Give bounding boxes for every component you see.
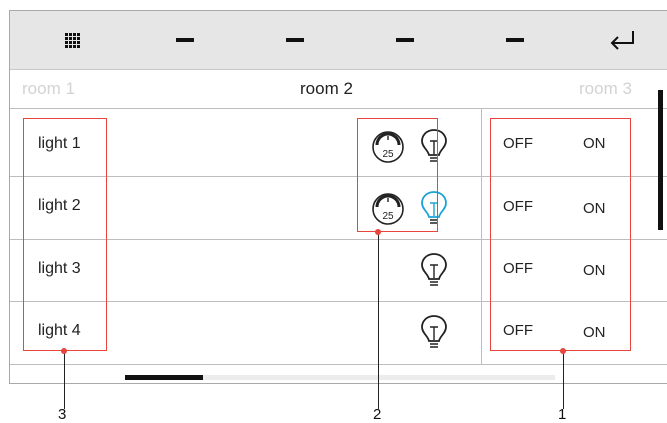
horizontal-scrollbar-thumb[interactable] bbox=[125, 375, 203, 380]
toolbar-tab-2[interactable] bbox=[275, 11, 315, 69]
toolbar-tab-1[interactable] bbox=[165, 11, 205, 69]
callout-number: 2 bbox=[373, 406, 382, 423]
column-divider bbox=[481, 108, 482, 364]
callout-leader bbox=[378, 232, 379, 409]
callout-leader bbox=[563, 351, 564, 409]
dash-icon bbox=[506, 38, 524, 42]
callout-box-labels bbox=[23, 118, 107, 351]
row-divider bbox=[10, 364, 667, 365]
vertical-scrollbar[interactable] bbox=[658, 90, 663, 230]
tab-room-3[interactable]: room 3 bbox=[579, 78, 632, 100]
callout-dot bbox=[375, 229, 381, 235]
dash-icon bbox=[176, 38, 194, 42]
callout-dot bbox=[560, 348, 566, 354]
tab-room-1[interactable]: room 1 bbox=[22, 78, 75, 100]
grid-menu-icon bbox=[64, 32, 80, 48]
callout-box-switches bbox=[490, 118, 631, 351]
dash-icon bbox=[396, 38, 414, 42]
top-toolbar bbox=[10, 11, 667, 70]
light-bulb-icon[interactable] bbox=[419, 313, 449, 353]
callout-dot bbox=[61, 348, 67, 354]
toolbar-tab-4[interactable] bbox=[495, 11, 535, 69]
callout-number: 1 bbox=[558, 406, 567, 423]
return-arrow-icon bbox=[610, 31, 634, 50]
grid-menu-button[interactable] bbox=[52, 11, 92, 69]
toolbar-tab-3[interactable] bbox=[385, 11, 425, 69]
callout-number: 3 bbox=[58, 406, 67, 423]
tab-divider bbox=[10, 108, 667, 109]
back-button[interactable] bbox=[600, 11, 644, 69]
light-bulb-icon[interactable] bbox=[419, 251, 449, 291]
dash-icon bbox=[286, 38, 304, 42]
callout-leader bbox=[64, 351, 65, 409]
tab-room-2[interactable]: room 2 bbox=[300, 78, 353, 100]
callout-box-icons bbox=[357, 118, 438, 232]
